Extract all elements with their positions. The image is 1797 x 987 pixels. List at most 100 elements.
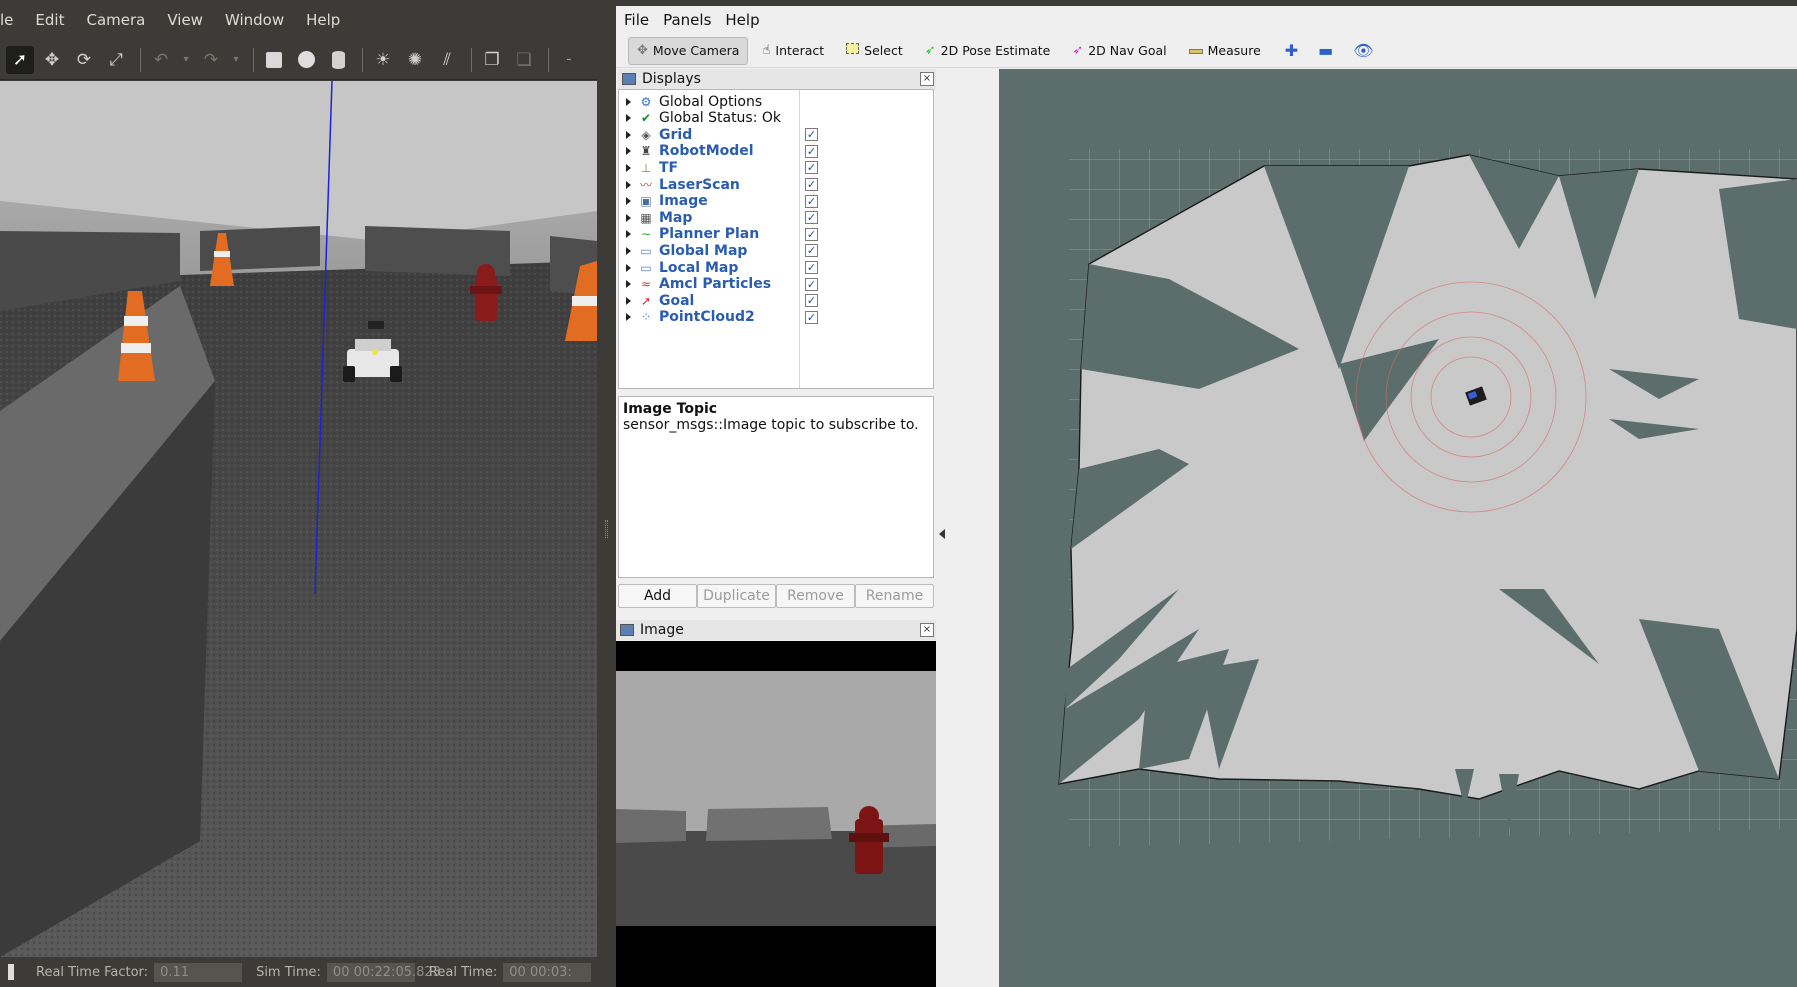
display-item-label: TF (659, 159, 679, 176)
interact-label: Interact (775, 43, 825, 58)
display-enabled-checkbox[interactable]: ✓ (805, 194, 818, 208)
gz-menu-window[interactable]: Window (225, 11, 284, 29)
dock-splitter[interactable] (936, 69, 948, 987)
more-icon[interactable]: – (555, 46, 583, 74)
sun-light-icon[interactable]: ☀ (369, 46, 397, 74)
expand-arrow-icon[interactable] (626, 246, 631, 255)
copy-icon[interactable]: ❐ (478, 46, 506, 74)
paste-icon[interactable]: ❏ (510, 46, 538, 74)
display-enabled-checkbox[interactable]: ✓ (805, 161, 818, 175)
real-time-value: 00 00:03: (503, 962, 592, 982)
pause-icon[interactable] (8, 964, 14, 980)
display-enabled-checkbox[interactable]: ✓ (805, 211, 818, 225)
select-tool[interactable]: Select (838, 37, 911, 65)
display-enabled-checkbox[interactable]: ✓ (805, 178, 818, 191)
translate-icon[interactable]: ✥ (38, 46, 66, 74)
sphere-icon[interactable] (292, 46, 320, 74)
point-light-icon[interactable]: ✺ (401, 46, 429, 74)
display-item-label: Planner Plan (659, 226, 760, 243)
expand-arrow-icon[interactable] (626, 280, 631, 289)
display-enabled-checkbox[interactable]: ✓ (805, 277, 818, 291)
expand-arrow-icon[interactable] (626, 114, 631, 123)
monitor-icon (622, 73, 636, 85)
rviz-3d-view[interactable] (999, 69, 1797, 987)
rviz-menubar: File Panels Help (616, 6, 1797, 34)
ruler-icon (1188, 43, 1203, 58)
gazebo-3d-scene[interactable] (0, 81, 597, 957)
select-label: Select (864, 43, 903, 58)
scale-icon[interactable]: ⤢ (102, 46, 130, 74)
gz-menu-edit[interactable]: Edit (35, 11, 64, 29)
display-enabled-checkbox[interactable]: ✓ (805, 310, 818, 324)
select-arrow-icon[interactable]: ➚ (6, 45, 34, 74)
display-item-label: Goal (659, 292, 695, 309)
robot-icon: ♜ (640, 144, 652, 159)
redo-icon[interactable]: ↷ (197, 46, 225, 74)
rviz-menu-panels[interactable]: Panels (663, 11, 711, 29)
expand-arrow-icon[interactable] (626, 296, 631, 305)
directional-light-icon[interactable]: ⫽ (433, 46, 461, 74)
add-button[interactable]: Add (618, 584, 697, 608)
pose-estimate-tool[interactable]: ➶ 2D Pose Estimate (917, 37, 1059, 65)
rviz-menu-help[interactable]: Help (725, 11, 759, 29)
expand-arrow-icon[interactable] (626, 197, 631, 206)
expand-arrow-icon[interactable] (626, 230, 631, 239)
move-camera-tool[interactable]: ✥ Move Camera (628, 36, 749, 65)
remove-tool-icon[interactable]: ▬ (1318, 41, 1333, 60)
rotate-icon[interactable]: ⟳ (70, 46, 98, 74)
gazebo-status-bar: Real Time Factor: 0.11 Sim Time: 00 00:2… (0, 957, 597, 987)
expand-arrow-icon[interactable] (626, 213, 631, 222)
expand-arrow-icon[interactable] (626, 313, 631, 322)
splitter-grip[interactable] (605, 520, 608, 538)
displays-buttons: Add Duplicate Remove Rename (618, 584, 934, 612)
expand-arrow-icon[interactable] (626, 263, 631, 272)
gz-menu-file[interactable]: le (0, 11, 13, 29)
undo-dropdown-icon[interactable]: ▾ (179, 46, 193, 74)
expand-arrow-icon[interactable] (626, 180, 631, 189)
expand-arrow-icon[interactable] (626, 130, 631, 139)
rtf-value: 0.11 (154, 962, 243, 982)
nav-goal-tool[interactable]: ➶ 2D Nav Goal (1064, 37, 1174, 65)
path-icon: ∼ (640, 227, 652, 242)
cylinder-icon[interactable] (324, 46, 352, 74)
expand-arrow-icon[interactable] (626, 147, 631, 156)
camera-barrier (706, 807, 832, 841)
close-icon[interactable]: × (920, 623, 934, 637)
display-enabled-checkbox[interactable]: ✓ (805, 144, 818, 158)
rename-button[interactable]: Rename (855, 584, 934, 608)
display-enabled-checkbox[interactable]: ✓ (805, 294, 818, 308)
toolbar-divider (548, 47, 549, 72)
display-enabled-checkbox[interactable]: ✓ (805, 261, 818, 274)
remove-button[interactable]: Remove (776, 584, 855, 608)
help-title: Image Topic (623, 401, 718, 417)
box-icon[interactable] (260, 46, 288, 74)
interact-tool[interactable]: ☝ Interact (754, 37, 832, 65)
add-tool-icon[interactable]: ✚ (1285, 41, 1298, 60)
duplicate-button[interactable]: Duplicate (697, 584, 776, 608)
image-panel-header: Image × (616, 620, 936, 640)
rviz-menu-file[interactable]: File (624, 11, 649, 29)
gazebo-window: le Edit Camera View Window Help ➚ ✥ ⟳ ⤢ … (0, 0, 597, 987)
displays-tree[interactable]: ⚙ Global Options ✔ Global Status: Ok ◈ Grid ✓ ♜… (618, 89, 934, 389)
display-item[interactable]: ⁘ PointCloud2 ✓ (619, 308, 933, 327)
window-splitter[interactable] (597, 0, 616, 987)
gear-icon: ⚙ (640, 94, 652, 109)
gz-menu-help[interactable]: Help (306, 11, 340, 29)
display-enabled-checkbox[interactable]: ✓ (805, 227, 818, 241)
view-eye-icon[interactable]: 👁 (1353, 41, 1373, 60)
redo-dropdown-icon[interactable]: ▾ (229, 46, 243, 74)
display-item-label: Local Map (659, 259, 739, 276)
undo-icon[interactable]: ↶ (147, 46, 175, 74)
expand-arrow-icon[interactable] (626, 163, 631, 172)
gz-menu-view[interactable]: View (167, 11, 203, 29)
close-icon[interactable]: × (920, 72, 934, 86)
gz-menu-camera[interactable]: Camera (86, 11, 145, 29)
map-icon: ▦ (640, 210, 652, 225)
measure-tool[interactable]: Measure (1181, 37, 1269, 65)
display-enabled-checkbox[interactable]: ✓ (805, 244, 818, 258)
measure-label: Measure (1207, 43, 1261, 58)
check-icon: ✔ (640, 111, 652, 126)
collapse-arrow-icon[interactable] (939, 529, 945, 539)
display-enabled-checkbox[interactable]: ✓ (805, 128, 818, 142)
expand-arrow-icon[interactable] (626, 97, 631, 106)
